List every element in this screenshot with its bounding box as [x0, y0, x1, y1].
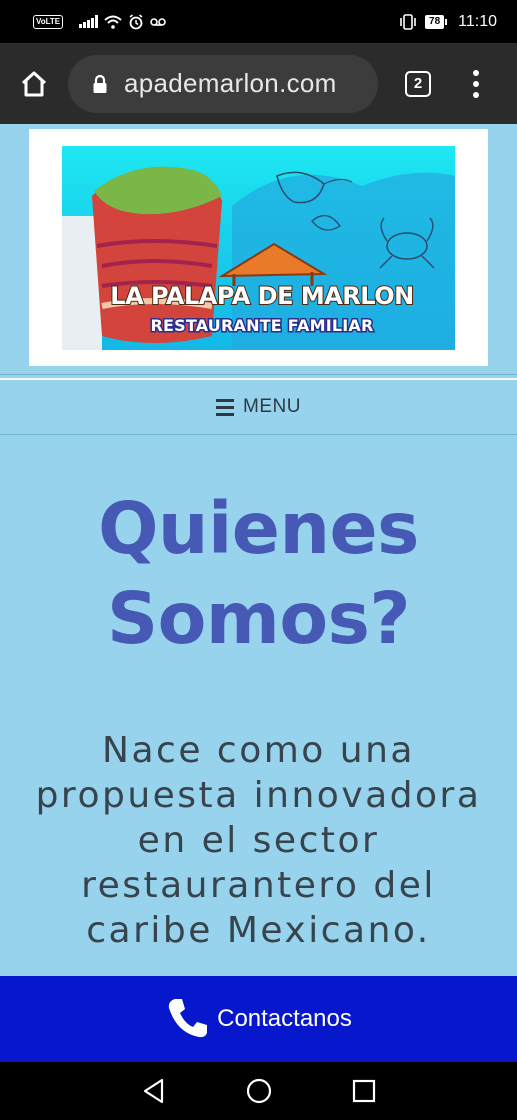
home-button[interactable]	[0, 43, 68, 124]
logo-tagline: RESTAURANTE FAMILIAR	[149, 315, 375, 337]
status-right: 78 11:10	[399, 13, 497, 31]
heading-line: Quienes	[98, 487, 419, 570]
status-bar: VoLTE 78 11:10	[0, 0, 517, 43]
back-icon[interactable]	[142, 1078, 166, 1104]
battery-icon: 78	[425, 14, 448, 29]
logo-banner: LA PALAPA DE MARLON RESTAURANTE FAMILIAR	[62, 146, 455, 350]
paragraph-line: caribe Mexicano.	[86, 910, 431, 951]
page-heading: Quienes Somos?	[0, 484, 517, 664]
more-menu-button[interactable]	[456, 69, 496, 98]
tabs-button[interactable]: 2	[380, 70, 456, 97]
tabs-icon: 2	[405, 70, 431, 97]
clock: 11:10	[458, 12, 497, 30]
more-icon	[473, 69, 479, 76]
menu-label: MENU	[243, 396, 301, 417]
status-left: VoLTE	[33, 13, 166, 30]
paragraph-line: restaurantero del	[81, 865, 436, 906]
divider	[0, 434, 517, 435]
signal-icon	[79, 15, 98, 28]
home-icon	[21, 71, 47, 96]
menu-toggle-button[interactable]: MENU	[0, 380, 517, 434]
intro-paragraph: Nace como una propuesta innovadora en el…	[10, 728, 507, 953]
hamburger-icon	[216, 398, 235, 416]
paragraph-line: Nace como una	[102, 730, 415, 771]
url-bar[interactable]: apademarlon.com	[68, 54, 378, 113]
vibrate-icon	[400, 13, 416, 30]
alarm-icon	[129, 13, 143, 29]
web-page: LA PALAPA DE MARLON RESTAURANTE FAMILIAR…	[0, 124, 517, 976]
contact-button[interactable]: Contactanos	[0, 976, 517, 1062]
heading-line: Somos?	[106, 577, 411, 660]
system-nav-bar	[0, 1062, 517, 1120]
logo-name: LA PALAPA DE MARLON	[109, 281, 415, 311]
wifi-icon	[103, 15, 122, 29]
phone-icon	[165, 996, 209, 1040]
browser-toolbar: apademarlon.com 2	[0, 43, 517, 124]
volte-badge: VoLTE	[33, 14, 64, 29]
lock-icon	[92, 74, 108, 94]
divider	[0, 374, 517, 375]
recents-icon[interactable]	[352, 1079, 376, 1103]
home-nav-icon[interactable]	[246, 1078, 272, 1104]
contact-label: Contactanos	[217, 1005, 352, 1032]
url-text: apademarlon.com	[124, 68, 337, 98]
paragraph-line: en el sector	[137, 820, 380, 861]
site-logo[interactable]: LA PALAPA DE MARLON RESTAURANTE FAMILIAR	[29, 129, 488, 366]
voicemail-icon	[149, 17, 166, 26]
paragraph-line: propuesta innovadora	[35, 775, 482, 816]
